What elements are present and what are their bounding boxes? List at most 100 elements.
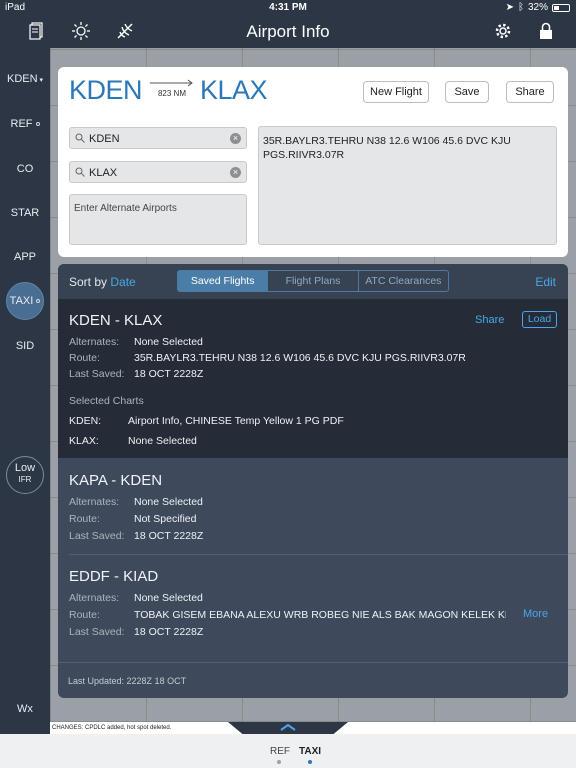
route-distance: 823 NM	[157, 89, 186, 98]
rail-item-kden[interactable]: KDEN ▾	[0, 73, 50, 85]
route-label: Route:	[69, 352, 100, 364]
destination-code: KLAX	[200, 75, 268, 105]
status-time: 4:31 PM	[269, 2, 307, 13]
save-button[interactable]: Save	[445, 81, 489, 103]
clear-icon[interactable]: ×	[230, 167, 241, 178]
bottom-tab-taxi[interactable]: TAXI	[299, 746, 321, 757]
sort-control[interactable]: Sort by Date	[69, 275, 136, 289]
sort-label: Sort by	[69, 275, 108, 289]
rail-item-sid[interactable]: SID	[0, 340, 50, 352]
left-rail: KDEN ▾ REF CO STAR APP TAXI SID Low IFR …	[0, 48, 50, 746]
rail-item-label: SID	[15, 340, 35, 352]
gear-icon[interactable]	[494, 22, 514, 42]
sort-bar: Sort by Date Saved Flights Flight Plans …	[58, 264, 568, 299]
bluetooth-icon: ᛒ	[517, 2, 524, 13]
rail-item-label: REF	[10, 118, 33, 130]
tab-saved-flights[interactable]: Saved Flights	[178, 271, 269, 291]
destination-field-value: KLAX	[89, 167, 118, 179]
bottom-page-bar: REF TAXI	[0, 734, 576, 768]
page-title: Airport Info	[246, 22, 330, 41]
alternates-value: None Selected	[134, 336, 203, 348]
route-value: TOBAK GISEM EBANA ALEXU WRB ROBEG NIE AL…	[134, 609, 506, 621]
destination-field[interactable]: KLAX ×	[69, 161, 247, 183]
more-link[interactable]: More	[523, 608, 548, 620]
rail-item-star[interactable]: STAR	[0, 207, 50, 219]
status-right: ➤ ᛒ 32%	[506, 2, 570, 13]
wx-label: Wx	[17, 703, 33, 715]
low-ifr-label: Low	[14, 462, 36, 474]
route-value: Not Specified	[134, 513, 197, 525]
search-icon	[75, 133, 85, 143]
rail-item-taxi[interactable]: TAXI	[0, 295, 50, 307]
flight-share-link[interactable]: Share	[475, 314, 504, 326]
last-saved-label: Last Saved:	[69, 368, 125, 380]
rail-item-ref[interactable]: REF	[0, 118, 50, 130]
rail-item-label: TAXI	[9, 295, 34, 307]
low-ifr-sub: IFR	[18, 475, 32, 484]
selected-charts-heading: Selected Charts	[69, 395, 144, 407]
rail-item-app[interactable]: APP	[0, 251, 50, 263]
list-divider	[58, 662, 568, 663]
last-saved-value: 18 OCT 2228Z	[134, 626, 204, 638]
bottom-tab-ref[interactable]: REF	[270, 746, 290, 757]
rail-item-label: APP	[13, 251, 36, 263]
rail-item-label: CO	[16, 163, 34, 175]
search-icon	[75, 167, 85, 177]
rail-item-co[interactable]: CO	[0, 163, 50, 175]
last-saved-label: Last Saved:	[69, 530, 125, 542]
status-bar: iPad 4:31 PM ➤ ᛒ 32%	[0, 0, 576, 16]
chart-selection-value: None Selected	[128, 435, 197, 447]
page-dot-icon	[277, 760, 281, 764]
battery-icon	[552, 3, 570, 12]
last-saved-value: 18 OCT 2228Z	[134, 368, 204, 380]
tab-atc-clearances[interactable]: ATC Clearances	[359, 271, 448, 291]
edit-button[interactable]: Edit	[535, 275, 556, 289]
flight-title: KDEN - KLAX	[69, 312, 163, 329]
sort-value[interactable]: Date	[110, 275, 135, 289]
flight-title: EDDF - KIAD	[69, 568, 159, 585]
alternate-airports-field[interactable]: Enter Alternate Airports	[69, 194, 247, 245]
rail-item-label: STAR	[10, 207, 40, 219]
wx-button[interactable]: Wx	[0, 703, 50, 715]
route-value: 35R.BAYLR3.TEHRU N38 12.6 W106 45.6 DVC …	[134, 352, 466, 364]
rail-item-label: KDEN	[6, 73, 38, 85]
lock-icon[interactable]	[538, 22, 558, 42]
location-icon: ➤	[505, 2, 514, 13]
flight-tabs: Saved Flights Flight Plans ATC Clearance…	[177, 270, 449, 292]
load-button[interactable]: Load	[522, 311, 557, 328]
last-saved-value: 18 OCT 2228Z	[134, 530, 204, 542]
alternates-label: Alternates:	[69, 336, 120, 348]
alternates-label: Alternates:	[69, 592, 120, 604]
saved-flights-panel: Sort by Date Saved Flights Flight Plans …	[58, 264, 568, 698]
route-card: KDEN 823 NM KLAX New Flight Save Share K…	[58, 67, 568, 257]
last-updated: Last Updated: 2228Z 18 OCT	[68, 676, 187, 686]
clear-icon[interactable]: ×	[230, 133, 241, 144]
low-ifr-button[interactable]: Low IFR	[6, 456, 44, 494]
flight-title: KAPA - KDEN	[69, 472, 163, 489]
panel-pull-tab[interactable]	[228, 722, 348, 734]
route-label: Route:	[69, 609, 100, 621]
share-button[interactable]: Share	[506, 81, 554, 103]
saved-flight-item[interactable]: KAPA - KDEN Alternates: None Selected Ro…	[58, 458, 568, 554]
chart-airport-label: KDEN:	[69, 415, 102, 427]
alternates-value: None Selected	[134, 592, 203, 604]
page-dot-active-icon	[308, 760, 312, 764]
alternates-value: None Selected	[134, 496, 203, 508]
chevron-up-icon	[280, 723, 296, 731]
alternates-label: Alternates:	[69, 496, 120, 508]
route-label: Route:	[69, 513, 100, 525]
new-flight-button[interactable]: New Flight	[363, 81, 429, 103]
departure-field[interactable]: KDEN ×	[69, 127, 247, 149]
battery-percent: 32%	[527, 2, 548, 13]
toolbar: Airport Info	[0, 16, 576, 48]
chart-airport-label: KLAX:	[69, 435, 99, 447]
last-saved-label: Last Saved:	[69, 626, 125, 638]
chart-selection-value: Airport Info, CHINESE Temp Yellow 1 PG P…	[128, 415, 344, 427]
saved-flight-item[interactable]: KDEN - KLAX Share Load Alternates: None …	[58, 299, 568, 458]
saved-flight-item[interactable]: EDDF - KIAD Alternates: None Selected Ro…	[58, 555, 568, 659]
indicator-dot-icon	[35, 122, 40, 127]
tab-flight-plans[interactable]: Flight Plans	[268, 271, 359, 291]
route-text-field[interactable]: 35R.BAYLR3.TEHRU N38 12.6 W106 45.6 DVC …	[258, 126, 557, 245]
route-arrow-icon	[150, 79, 193, 87]
indicator-dot-icon	[36, 299, 41, 304]
